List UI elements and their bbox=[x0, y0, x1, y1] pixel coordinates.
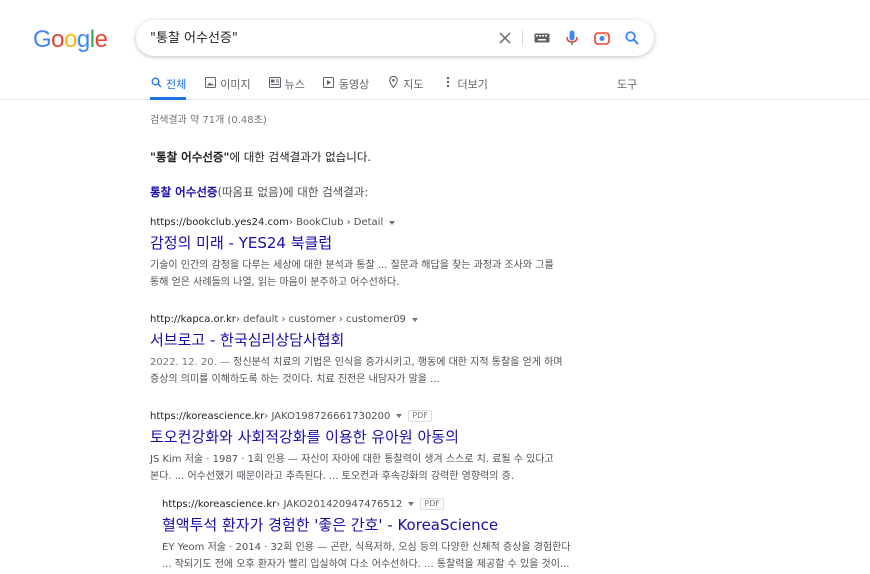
snippet-text: 정신분석 치료의 기법은 인식을 증가시키고, 행동에 대한 지적 통찰을 얻게… bbox=[233, 357, 563, 368]
notice-text: (따옴표 없음)에 대한 검색결과: bbox=[217, 185, 369, 199]
result-url[interactable]: http://kapca.or.kr › default › customer … bbox=[150, 314, 620, 325]
camera-lens-icon[interactable] bbox=[592, 28, 612, 48]
search-icon[interactable] bbox=[622, 28, 642, 48]
tab-label: 더보기 bbox=[457, 78, 488, 91]
quoted-query: "통찰 어수선증" bbox=[150, 150, 230, 164]
result-domain: http://kapca.or.kr bbox=[150, 314, 236, 325]
pdf-badge: PDF bbox=[408, 410, 432, 422]
more-icon bbox=[442, 76, 454, 88]
microphone-icon[interactable] bbox=[562, 28, 582, 48]
tab-videos[interactable]: 동영상 bbox=[323, 76, 369, 100]
logo-letter: o bbox=[64, 26, 77, 53]
chevron-down-icon[interactable] bbox=[411, 317, 418, 322]
search-input[interactable] bbox=[150, 29, 490, 44]
map-pin-icon bbox=[387, 76, 399, 88]
result-title[interactable]: 서브로고 - 한국심리상담사협회 bbox=[150, 329, 620, 350]
logo-letter: g bbox=[76, 26, 90, 53]
tab-more[interactable]: 더보기 bbox=[442, 76, 488, 100]
video-icon bbox=[323, 76, 335, 88]
tab-label: 뉴스 bbox=[284, 78, 305, 91]
chevron-down-icon[interactable] bbox=[396, 414, 403, 418]
search-icon bbox=[150, 76, 162, 88]
result-url[interactable]: https://bookclub.yes24.com › BookClub › … bbox=[150, 217, 620, 228]
search-result: https://bookclub.yes24.com › BookClub › … bbox=[150, 217, 620, 292]
search-divider bbox=[522, 30, 523, 46]
search-result-indented: https://koreascience.kr › JAKO2014209474… bbox=[162, 498, 632, 574]
snippet-line: 본다. ... 어수선했기 때문이라고 추측된다. ... 토오컨과 후속강화의… bbox=[150, 471, 514, 482]
result-snippet: EY Yeom 저술 · 2014 · 32회 인용 — 곤란, 식욕저하, 오… bbox=[162, 538, 632, 574]
alternate-query-link[interactable]: 통찰 어수선증 bbox=[150, 185, 217, 199]
pdf-badge: PDF bbox=[420, 498, 444, 510]
result-stats: 검색결과 약 71개 (0.48초) bbox=[150, 115, 267, 126]
result-title[interactable]: 혈액투석 환자가 경험한 '좋은 간호' - KoreaScience bbox=[162, 514, 632, 535]
result-domain: https://koreascience.kr bbox=[150, 410, 265, 422]
result-snippet: JS Kim 저술 · 1987 · 1회 인용 — 자신이 자아에 대한 통찰… bbox=[150, 450, 620, 486]
result-domain: https://bookclub.yes24.com bbox=[150, 217, 289, 228]
search-result: https://koreascience.kr › JAKO1987266617… bbox=[150, 410, 620, 486]
result-date: 2022. 12. 20. — bbox=[150, 357, 234, 368]
google-logo[interactable]: Google bbox=[33, 26, 108, 54]
snippet-line: 통해 얻은 사례들의 나열, 읽는 마음이 분주하고 어수선하다. bbox=[150, 277, 400, 288]
result-snippet: 기술이 인간의 감정을 다루는 세상에 대한 분석과 통찰 ... 질문과 해답… bbox=[150, 256, 620, 292]
top-bar: Google 전체 이미지 뉴스 bbox=[0, 0, 870, 100]
search-result: http://kapca.or.kr › default › customer … bbox=[150, 314, 620, 389]
news-icon bbox=[268, 76, 281, 88]
snippet-line: 증상의 의미를 이해하도록 하는 것이다. 치료 진전은 내담자가 말을 ... bbox=[150, 374, 440, 385]
result-domain: https://koreascience.kr bbox=[162, 498, 277, 510]
logo-letter: e bbox=[94, 26, 108, 53]
logo-letter: o bbox=[51, 26, 65, 53]
tab-news[interactable]: 뉴스 bbox=[268, 76, 305, 100]
tools-button[interactable]: 도구 bbox=[617, 76, 637, 92]
tab-label: 동영상 bbox=[338, 78, 370, 91]
result-url[interactable]: https://koreascience.kr › JAKO2014209474… bbox=[162, 498, 632, 510]
notice-text: 에 대한 검색결과가 없습니다. bbox=[229, 150, 372, 164]
result-path: › JAKO201420947476512 bbox=[276, 498, 403, 510]
clear-icon[interactable] bbox=[495, 28, 515, 48]
keyboard-icon[interactable] bbox=[532, 28, 552, 48]
tab-label: 지도 bbox=[403, 78, 424, 91]
alternate-results-notice: 통찰 어수선증(따옴표 없음)에 대한 검색결과: bbox=[150, 184, 368, 200]
snippet-line: ... 작되기도 전에 오후 환자가 빨리 입실하여 다소 어수선하다. ...… bbox=[162, 559, 570, 570]
chevron-down-icon[interactable] bbox=[389, 220, 396, 225]
tab-images[interactable]: 이미지 bbox=[204, 76, 251, 100]
result-path: › BookClub › Detail bbox=[288, 217, 384, 228]
search-box bbox=[136, 20, 654, 56]
tab-maps[interactable]: 지도 bbox=[387, 76, 424, 100]
tab-label: 이미지 bbox=[220, 78, 251, 91]
result-path: › JAKO198726661730200 bbox=[264, 410, 391, 422]
result-title[interactable]: 토오컨강화와 사회적강화를 이용한 유아원 아동의 bbox=[150, 426, 620, 447]
tab-all[interactable]: 전체 bbox=[150, 76, 187, 100]
search-tabs: 전체 이미지 뉴스 동영상 지도 더보기 bbox=[150, 76, 506, 100]
tab-label: 전체 bbox=[166, 78, 187, 91]
logo-letter: G bbox=[33, 26, 52, 53]
result-title[interactable]: 감정의 미래 - YES24 북클럽 bbox=[150, 232, 620, 253]
image-icon bbox=[204, 76, 216, 88]
chevron-down-icon[interactable] bbox=[408, 502, 415, 506]
result-url[interactable]: https://koreascience.kr › JAKO1987266617… bbox=[150, 410, 620, 422]
result-snippet: 2022. 12. 20. — 정신분석 치료의 기법은 인식을 증가시키고, … bbox=[150, 353, 620, 389]
no-results-notice: "통찰 어수선증"에 대한 검색결과가 없습니다. bbox=[150, 149, 371, 165]
result-path: › default › customer › customer09 bbox=[235, 314, 406, 325]
